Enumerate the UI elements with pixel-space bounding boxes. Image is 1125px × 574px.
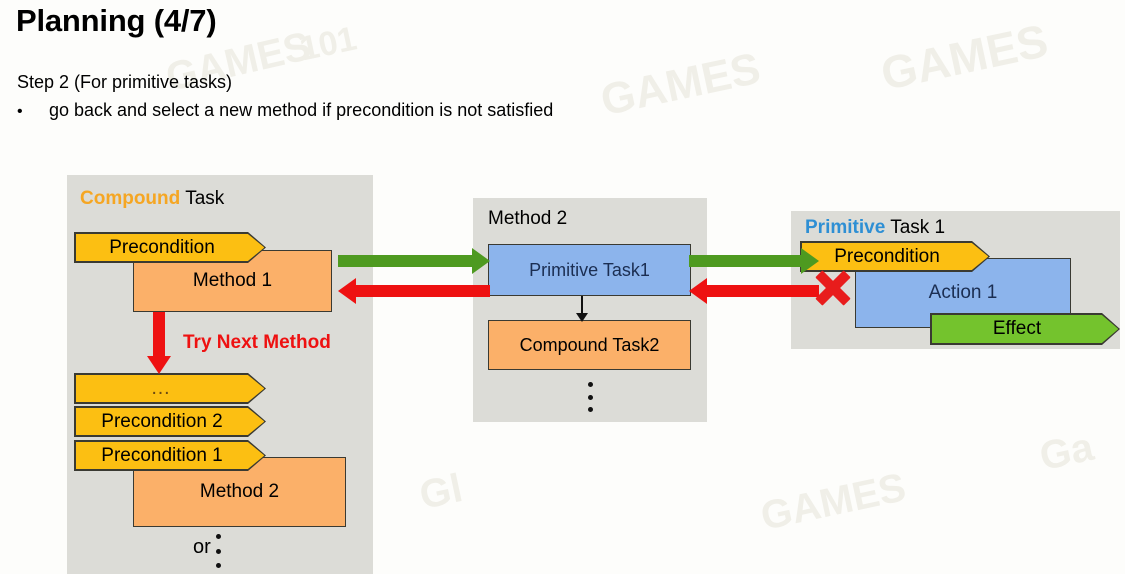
- primitive-task-1-label: Primitive Task1: [529, 259, 650, 280]
- or-label: or: [193, 536, 211, 558]
- compound-precondition-1-chevron[interactable]: Precondition 1: [74, 440, 266, 471]
- primitive-task-panel-title: Primitive Task 1: [805, 217, 945, 239]
- bullet-list-item: • go back and select a new method if pre…: [17, 100, 553, 121]
- try-next-method-label: Try Next Method: [183, 332, 331, 353]
- method-2-panel-title: Method 2: [488, 208, 568, 229]
- page-title: Planning (4/7): [16, 3, 217, 38]
- primitive-title-rest: Task 1: [885, 217, 946, 238]
- compound-title-rest: Task: [180, 188, 225, 209]
- expand-arrow-green-right: [689, 248, 819, 274]
- compound-precondition-2-label: Precondition 2: [101, 410, 223, 432]
- compound-task-2-label: Compound Task2: [519, 334, 660, 355]
- compound-precondition-2-chevron[interactable]: Precondition 2: [74, 406, 266, 437]
- decomposition-arrow: [575, 296, 589, 322]
- step-description: Step 2 (For primitive tasks): [17, 72, 233, 92]
- watermark-text: GAMES: [596, 43, 765, 126]
- bullet-text: go back and select a new method if preco…: [49, 100, 554, 120]
- watermark-text: GAMES: [876, 14, 1053, 100]
- try-next-method-arrow: [146, 312, 172, 374]
- primitive-keyword: Primitive: [805, 217, 886, 238]
- primitive-task-1-box[interactable]: Primitive Task1: [488, 244, 691, 296]
- precondition-failed-cross-icon: [807, 262, 859, 314]
- effect-chevron[interactable]: Effect: [930, 313, 1120, 345]
- watermark-text: Ga: [1035, 424, 1098, 480]
- effect-label: Effect: [992, 318, 1042, 339]
- backtrack-arrow-red-right: [689, 278, 819, 304]
- backtrack-arrow-red-left: [338, 278, 490, 304]
- action-1-label: Action 1: [928, 282, 998, 303]
- compound-ellipsis-chevron[interactable]: …: [74, 373, 266, 404]
- compound-vertical-ellipsis-icon: [215, 534, 221, 568]
- bullet-marker-icon: •: [17, 103, 23, 120]
- compound-ellipsis-label: …: [150, 377, 174, 399]
- compound-precondition-1-label: Precondition 1: [101, 444, 223, 466]
- watermark-text: GAMES: [756, 465, 910, 539]
- compound-task-2-box[interactable]: Compound Task2: [488, 320, 691, 370]
- watermark-text: 101: [296, 19, 360, 69]
- expand-arrow-green-left: [338, 248, 490, 274]
- compound-precondition-label: Precondition: [109, 236, 215, 258]
- method-1-label: Method 1: [192, 270, 273, 291]
- compound-task-panel-title: Compound Task: [80, 188, 224, 210]
- compound-keyword: Compound: [80, 188, 181, 209]
- watermark-text: Gl: [415, 466, 467, 518]
- method-2-label: Method 2: [199, 481, 280, 502]
- compound-precondition-chevron[interactable]: Precondition: [74, 232, 266, 263]
- method-2-vertical-ellipsis-icon: [587, 382, 593, 412]
